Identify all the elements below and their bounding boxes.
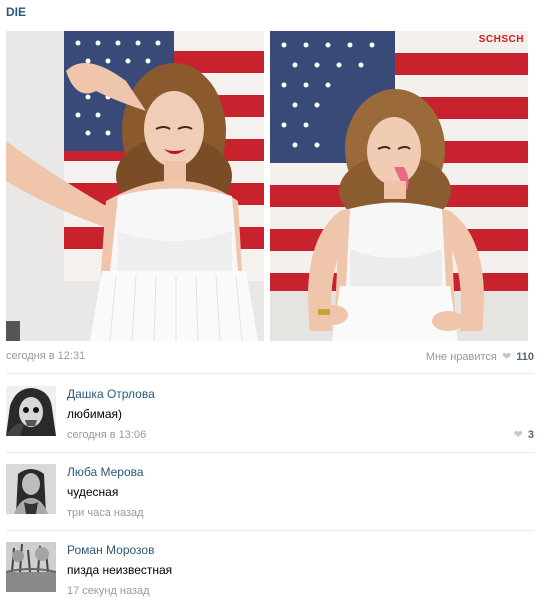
avatar-image <box>6 542 56 592</box>
post-meta-row: сегодня в 12:31 Мне нравится ❤ 110 <box>6 349 534 365</box>
like-label: Мне нравится <box>425 351 497 363</box>
comment-like-button[interactable]: ❤ 3 <box>512 428 534 441</box>
photo-watermark: SCHSCH <box>478 34 524 45</box>
comment-author[interactable]: Люба Мерова <box>67 465 144 479</box>
photo-2-image <box>270 31 528 341</box>
divider <box>6 373 534 374</box>
post-author-title[interactable]: DIE <box>6 5 26 19</box>
avatar[interactable] <box>6 386 56 436</box>
comment-item: Дашка Отрлова любимая) сегодня в 13:06 ❤… <box>6 386 534 446</box>
avatar-image <box>6 386 56 436</box>
comment-text: любимая) <box>67 407 122 421</box>
comment-timestamp[interactable]: 17 секунд назад <box>67 585 150 597</box>
photo-1-image <box>6 31 264 341</box>
post-timestamp[interactable]: сегодня в 12:31 <box>6 350 85 362</box>
avatar[interactable] <box>6 542 56 592</box>
comment-text: пизда неизвестная <box>67 563 173 577</box>
comment-item: Роман Морозов пизда неизвестная 17 секун… <box>6 542 534 602</box>
divider <box>6 452 534 453</box>
comment-timestamp[interactable]: три часа назад <box>67 507 144 519</box>
avatar-image <box>6 464 56 514</box>
comment-like-count: 3 <box>527 429 534 441</box>
heart-icon: ❤ <box>501 351 512 363</box>
post-like-button[interactable]: Мне нравится ❤ 110 <box>426 350 534 363</box>
post-photo-1[interactable] <box>6 31 264 341</box>
comment-text: чудесная <box>67 485 119 499</box>
like-count: 110 <box>516 351 534 363</box>
divider <box>6 530 534 531</box>
post-photo-2[interactable]: SCHSCH <box>270 31 528 341</box>
comment-item: Люба Мерова чудесная три часа назад <box>6 464 534 524</box>
comment-author[interactable]: Роман Морозов <box>67 543 154 557</box>
avatar[interactable] <box>6 464 56 514</box>
comment-author[interactable]: Дашка Отрлова <box>67 387 155 401</box>
heart-icon: ❤ <box>513 429 523 441</box>
comment-timestamp[interactable]: сегодня в 13:06 <box>67 429 146 441</box>
